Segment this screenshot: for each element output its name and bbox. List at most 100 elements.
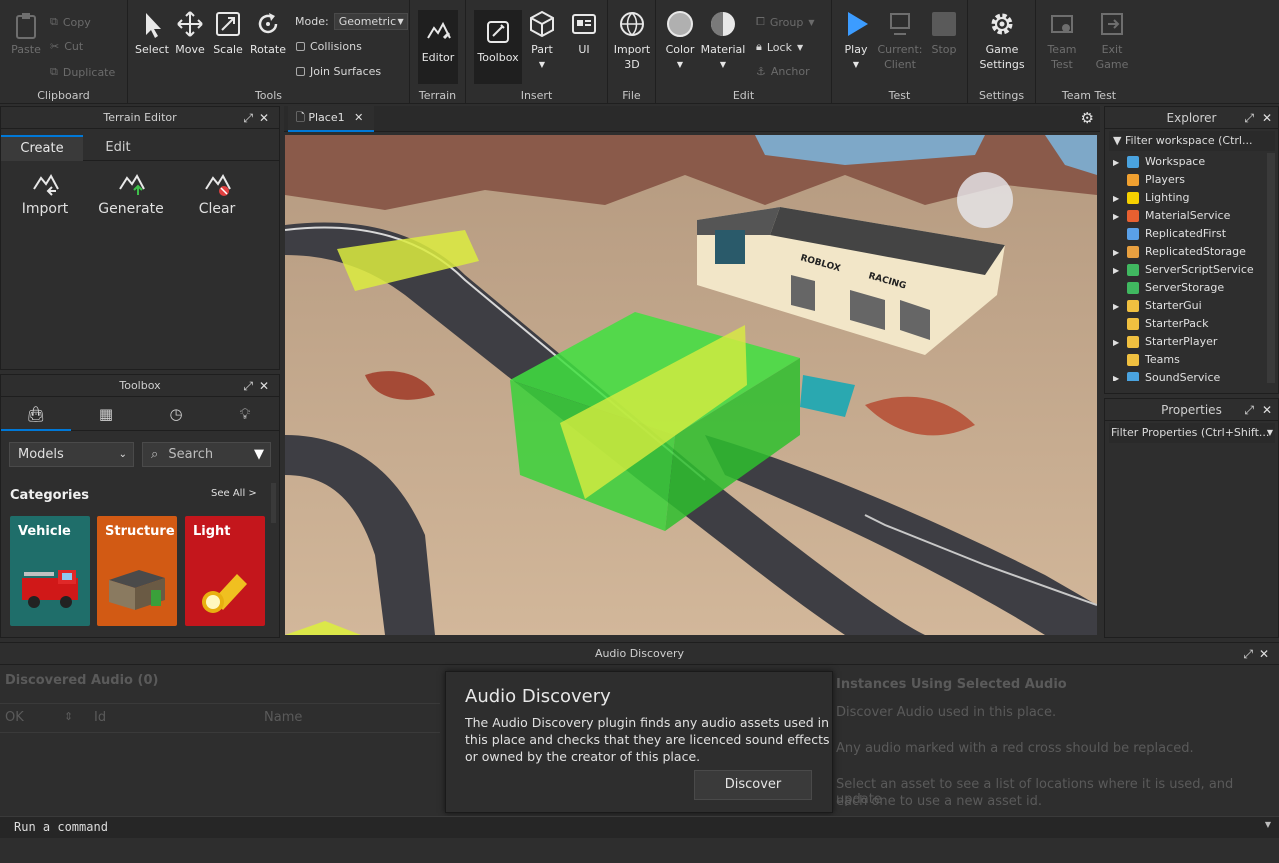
ui-button[interactable]: UI — [566, 8, 602, 57]
see-all-link[interactable]: See All > — [211, 488, 257, 499]
team-test-button[interactable]: Team Test — [1042, 8, 1082, 72]
stop-button[interactable]: Stop — [926, 8, 962, 57]
group-icon: ⧠ — [756, 15, 765, 28]
explorer-item[interactable]: ▶ StarterGui — [1105, 297, 1265, 315]
explorer-panel: Explorer ⤢ ✕ ▼ Filter workspace (Ctrl...… — [1104, 106, 1279, 394]
explorer-item[interactable]: ▶ SoundService — [1105, 369, 1265, 381]
explorer-item[interactable]: Players — [1105, 171, 1265, 189]
undock-icon[interactable]: ⤢ — [1243, 643, 1253, 665]
exit-game-button[interactable]: Exit Game — [1092, 8, 1132, 72]
expand-arrow-icon[interactable]: ▶ — [1113, 154, 1127, 172]
explorer-item[interactable]: StarterPack — [1105, 315, 1265, 333]
join-surfaces-check-icon[interactable] — [296, 67, 305, 76]
close-icon[interactable]: ✕ — [259, 107, 269, 129]
scale-button[interactable]: Scale — [208, 8, 248, 57]
expand-arrow-icon[interactable]: ▶ — [1113, 190, 1127, 208]
explorer-scrollbar[interactable] — [1267, 153, 1275, 383]
import-tool[interactable]: Import — [11, 171, 79, 217]
category-card-vehicle[interactable]: Vehicle — [10, 516, 90, 626]
status-bar — [0, 838, 1279, 863]
expand-arrow-icon[interactable]: ▶ — [1113, 244, 1127, 262]
explorer-item[interactable]: ▶ Workspace — [1105, 153, 1265, 171]
tab-marketplace[interactable]: 👜︎ — [1, 397, 71, 431]
explorer-title: Explorer — [1166, 111, 1217, 125]
undock-icon[interactable]: ⤢ — [1244, 399, 1254, 421]
col-name[interactable]: Name — [264, 710, 302, 725]
audio-discovery-header: Audio Discovery ⤢ ✕ — [0, 643, 1279, 665]
undock-icon[interactable]: ⤢ — [243, 375, 253, 397]
tab-recent[interactable]: ◷ — [141, 397, 211, 431]
close-icon[interactable]: ✕ — [259, 375, 269, 397]
close-icon[interactable]: ✕ — [1259, 643, 1269, 665]
terrain-editor-button[interactable]: Editor — [418, 10, 458, 84]
close-icon[interactable]: ✕ — [354, 111, 363, 124]
explorer-item[interactable]: ▶ MaterialService — [1105, 207, 1265, 225]
color-button[interactable]: Color ▼ — [660, 8, 700, 72]
mode-selector[interactable]: Mode: Geometric ▼ — [295, 13, 408, 30]
duplicate-button[interactable]: ⧉ Duplicate — [50, 65, 115, 79]
tab-creations[interactable]: 💡︎ — [211, 397, 279, 431]
explorer-filter-input[interactable]: ▼ Filter workspace (Ctrl... — [1109, 131, 1275, 151]
discover-button[interactable]: Discover — [694, 770, 812, 800]
toolbox-button[interactable]: Toolbox — [474, 10, 522, 84]
explorer-item[interactable]: ▶ Lighting — [1105, 189, 1265, 207]
category-card-structure[interactable]: Structure — [97, 516, 177, 626]
col-id[interactable]: Id — [94, 710, 106, 725]
expand-arrow-icon[interactable]: ▶ — [1113, 298, 1127, 316]
tab-place1[interactable]: 🗋︎ Place1 ✕ — [288, 106, 374, 132]
copy-button[interactable]: ⧉ Copy — [50, 15, 91, 29]
game-settings-button[interactable]: Game Settings — [976, 8, 1028, 72]
toolbox-scrollbar[interactable] — [271, 483, 276, 523]
mode-dropdown[interactable]: Geometric ▼ — [333, 13, 408, 30]
3d-scene-viewport[interactable]: ROBLOX RACING — [285, 135, 1097, 635]
explorer-item[interactable]: ReplicatedFirst — [1105, 225, 1265, 243]
close-icon[interactable]: ✕ — [1262, 399, 1272, 421]
clear-tool[interactable]: Clear — [183, 171, 251, 217]
explorer-item[interactable]: ▶ ServerScriptService — [1105, 261, 1265, 279]
material-button[interactable]: Material ▼ — [700, 8, 746, 72]
gear-icon[interactable]: ⚙︎ — [1081, 109, 1094, 127]
undock-icon[interactable]: ⤢ — [243, 107, 253, 129]
tab-create[interactable]: Create — [1, 135, 83, 161]
models-dropdown[interactable]: Models ⌄ — [9, 442, 134, 467]
filter-icon[interactable]: ▼ — [254, 443, 264, 466]
collisions-checkbox[interactable]: Collisions — [296, 40, 362, 53]
rotate-button[interactable]: Rotate — [246, 8, 290, 57]
lock-button[interactable]: 🔒︎ Lock ▼ — [756, 40, 803, 54]
explorer-item[interactable]: ▶ ReplicatedStorage — [1105, 243, 1265, 261]
anchor-button[interactable]: ⚓︎ Anchor — [756, 65, 810, 78]
properties-filter-input[interactable]: Filter Properties (Ctrl+Shift... ▼ — [1109, 423, 1275, 443]
chevron-down-icon[interactable]: ▼ — [1265, 820, 1271, 829]
group-button[interactable]: ⧠ Group ▼ — [756, 15, 814, 29]
explorer-item[interactable]: ▶ StarterPlayer — [1105, 333, 1265, 351]
command-bar[interactable]: Run a command ▼ — [0, 816, 1279, 838]
explorer-item[interactable]: ServerStorage — [1105, 279, 1265, 297]
terrain-editor-title: Terrain Editor — [103, 111, 177, 124]
expand-arrow-icon[interactable]: ▶ — [1113, 334, 1127, 352]
generate-tool[interactable]: Generate — [97, 171, 165, 217]
part-button[interactable]: Part ▼ — [524, 8, 560, 72]
terrain-group-label: Terrain — [418, 89, 457, 102]
import-3d-button[interactable]: Import 3D — [612, 8, 652, 72]
join-surfaces-checkbox[interactable]: Join Surfaces — [296, 65, 381, 78]
category-card-light[interactable]: Light — [185, 516, 265, 626]
current-client-button[interactable]: Current: Client — [876, 8, 924, 72]
cut-button[interactable]: ✂ Cut — [50, 40, 83, 53]
collisions-check-icon[interactable] — [296, 42, 305, 51]
col-ok[interactable]: OK — [5, 710, 24, 725]
explorer-item[interactable]: Teams — [1105, 351, 1265, 369]
edit-group-label: Edit — [732, 89, 755, 102]
undock-icon[interactable]: ⤢ — [1244, 107, 1254, 129]
paste-button[interactable]: Paste — [8, 8, 44, 57]
expand-arrow-icon[interactable]: ▶ — [1113, 208, 1127, 226]
tab-inventory[interactable]: ▦ — [71, 397, 141, 431]
tab-edit[interactable]: Edit — [83, 135, 153, 161]
select-button[interactable]: Select — [132, 8, 172, 57]
play-button[interactable]: Play ▼ — [838, 8, 874, 72]
toolbox-search-input[interactable]: ⌕ Search ▼ — [142, 442, 271, 467]
replicated-storage-icon — [1127, 246, 1139, 258]
close-icon[interactable]: ✕ — [1262, 107, 1272, 129]
expand-arrow-icon[interactable]: ▶ — [1113, 370, 1127, 381]
expand-arrow-icon[interactable]: ▶ — [1113, 262, 1127, 280]
move-button[interactable]: Move — [170, 8, 210, 57]
